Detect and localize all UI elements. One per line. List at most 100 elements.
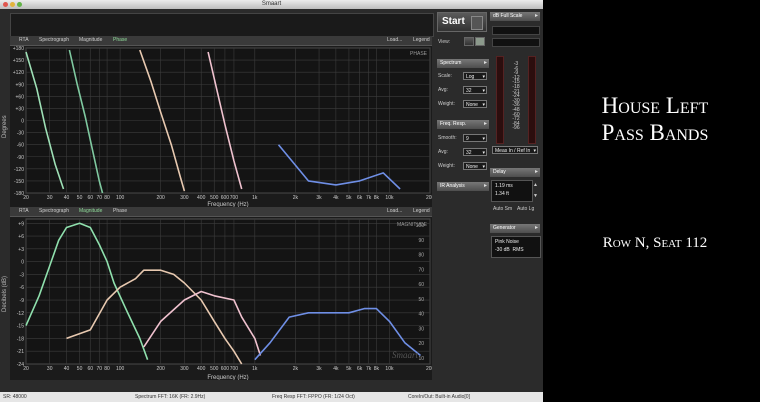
y-tick-label: +3: [18, 247, 24, 253]
view-single-button[interactable]: [464, 37, 474, 46]
minimize-icon[interactable]: [10, 2, 15, 7]
y-tick-label: -12: [17, 311, 24, 317]
x-tick-label: 60: [87, 366, 93, 372]
tab-magnitude-bottom[interactable]: Magnitude: [76, 207, 105, 216]
x-tick-label: 80: [104, 366, 110, 372]
plot-corner-label: PHASE: [410, 51, 428, 57]
load-button-bottom[interactable]: Load...: [384, 207, 405, 216]
y-tick-label: -3: [20, 272, 25, 278]
meter-bar-right: [528, 56, 536, 144]
delay-header[interactable]: Delay: [490, 168, 540, 177]
y-tick-label: -90: [17, 155, 24, 161]
generator-rms: RMS: [512, 247, 524, 253]
x-tick-label: 10k: [385, 366, 394, 372]
scale-select[interactable]: Log: [463, 72, 487, 81]
avg2-select[interactable]: 32: [463, 148, 487, 157]
generator-panel[interactable]: Pink Noise -30 dB RMS: [491, 236, 541, 258]
tab-spectrograph[interactable]: Spectrograph: [36, 36, 72, 45]
close-icon[interactable]: [3, 2, 8, 7]
y-tick-label: +180: [13, 46, 24, 52]
smaart-watermark: Smaart: [392, 350, 419, 360]
y-tick-label: -21: [17, 349, 24, 355]
x-tick-label: 2k: [293, 195, 299, 201]
x-tick-label: 8k: [374, 195, 380, 201]
x-tick-label: 7k: [366, 366, 372, 372]
x-tick-label: 400: [197, 366, 206, 372]
x-tick-label: 5k: [346, 366, 352, 372]
avg-select[interactable]: 32: [463, 86, 487, 95]
y-tick-label: -9: [20, 298, 25, 304]
start-button[interactable]: Start: [437, 12, 487, 32]
title-bar: Smaart: [0, 0, 543, 9]
delay-ms: 1.19 ms: [495, 183, 513, 189]
phase-y-axis-label: Degrees: [2, 115, 8, 138]
y-tick-label: +30: [16, 106, 25, 112]
phase-plot-area[interactable]: 20 30 40 50 60 70 80 100 200 300 400 500 600 700 1k 2k 3…: [10, 46, 435, 208]
x-tick-label: 30: [47, 366, 53, 372]
delay-down-icon[interactable]: ▼: [533, 193, 538, 199]
tab-phase-bottom[interactable]: Phase: [110, 207, 130, 216]
x-tick-label: 700: [230, 195, 239, 201]
smooth-select[interactable]: 9: [463, 134, 487, 143]
weight2-select[interactable]: None: [463, 162, 487, 171]
weight2-label: Weight:: [438, 163, 455, 169]
caption-line-2: Pass Bands: [601, 120, 709, 145]
caption-seat: Row N, Seat 112: [602, 235, 708, 251]
y-tick-label: 0: [21, 119, 24, 125]
ir-analysis-header[interactable]: IR Analysis: [437, 182, 489, 191]
status-io: CoreIn/Out: Built-in Audio[0]: [408, 394, 470, 400]
x-tick-label: 5k: [346, 195, 352, 201]
x-tick-label: 3k: [316, 195, 322, 201]
load-button[interactable]: Load...: [384, 36, 405, 45]
y-tick-label: +150: [13, 58, 24, 64]
y2-tick-label: 50: [418, 297, 424, 303]
x-tick-label: 400: [197, 195, 206, 201]
meter-bar-left: [496, 56, 504, 144]
tab-rta[interactable]: RTA: [16, 36, 32, 45]
tab-phase[interactable]: Phase: [110, 36, 130, 45]
auto-lg-button[interactable]: Auto Lg: [517, 206, 534, 212]
x-tick-label: 20: [23, 366, 29, 372]
delay-up-icon[interactable]: ▲: [533, 182, 538, 188]
x-tick-label: 60: [87, 195, 93, 201]
tab-rta-bottom[interactable]: RTA: [16, 207, 32, 216]
y-tick-label: 0: [21, 260, 24, 266]
legend-button[interactable]: Legend: [410, 36, 433, 45]
y2-tick-label: 20: [418, 341, 424, 347]
db-full-scale-header[interactable]: dB Full Scale: [490, 12, 540, 21]
y2-tick-label: 80: [418, 253, 424, 259]
x-tick-label: 600: [221, 195, 230, 201]
magnitude-y-axis-label: Decibels (dB): [2, 275, 8, 312]
x-tick-label: 80: [104, 195, 110, 201]
x-tick-label: 300: [180, 195, 189, 201]
x-tick-label: 100: [116, 366, 125, 372]
smooth-label: Smooth:: [438, 135, 457, 141]
tab-magnitude[interactable]: Magnitude: [76, 36, 105, 45]
y-tick-label: +9: [18, 221, 24, 227]
magnitude-plot-area[interactable]: 20 30 40 50 60 70 80 100 200 300 400 500 600 700 1k 2k 3…: [10, 217, 435, 381]
view-dual-button[interactable]: [475, 37, 485, 46]
weight-select[interactable]: None: [463, 100, 487, 109]
generator-header[interactable]: Generator: [490, 224, 540, 233]
meter-scale: -3 -6 -9 -12 -15 -18 -21 -24 -30 -36 -48 -60 -72 -84-…: [506, 62, 526, 131]
y-tick-label: -6: [20, 285, 25, 291]
auto-sm-button[interactable]: Auto Sm: [493, 206, 512, 212]
spectrum-header[interactable]: Spectrum: [437, 59, 489, 68]
y-tick-label: -60: [17, 143, 24, 149]
freq-resp-header[interactable]: Freq. Resp.: [437, 120, 489, 129]
tab-spectrograph-bottom[interactable]: Spectrograph: [36, 207, 72, 216]
plot-corner-label: MAGNITUDE: [397, 222, 428, 228]
status-freq-fft: Freq Resp FFT: FPPO (FR: 1/24 Oct): [272, 394, 355, 400]
y-tick-label: -120: [14, 167, 24, 173]
x-tick-label: 40: [64, 195, 70, 201]
smaart-window: Smaart RTA Spectrograph Magnitude Phase …: [0, 0, 543, 402]
delay-readout: 1.19 ms 1.34 ft: [491, 180, 533, 202]
x-tick-label: 500: [210, 195, 219, 201]
legend-button-bottom[interactable]: Legend: [410, 207, 433, 216]
x-tick-label: 8k: [374, 366, 380, 372]
x-tick-label: 30: [47, 195, 53, 201]
meas-ref-select[interactable]: Meas In / Ref In: [492, 146, 538, 155]
scale-label: Scale:: [438, 73, 452, 79]
x-tick-label: 20: [23, 195, 29, 201]
zoom-icon[interactable]: [17, 2, 22, 7]
